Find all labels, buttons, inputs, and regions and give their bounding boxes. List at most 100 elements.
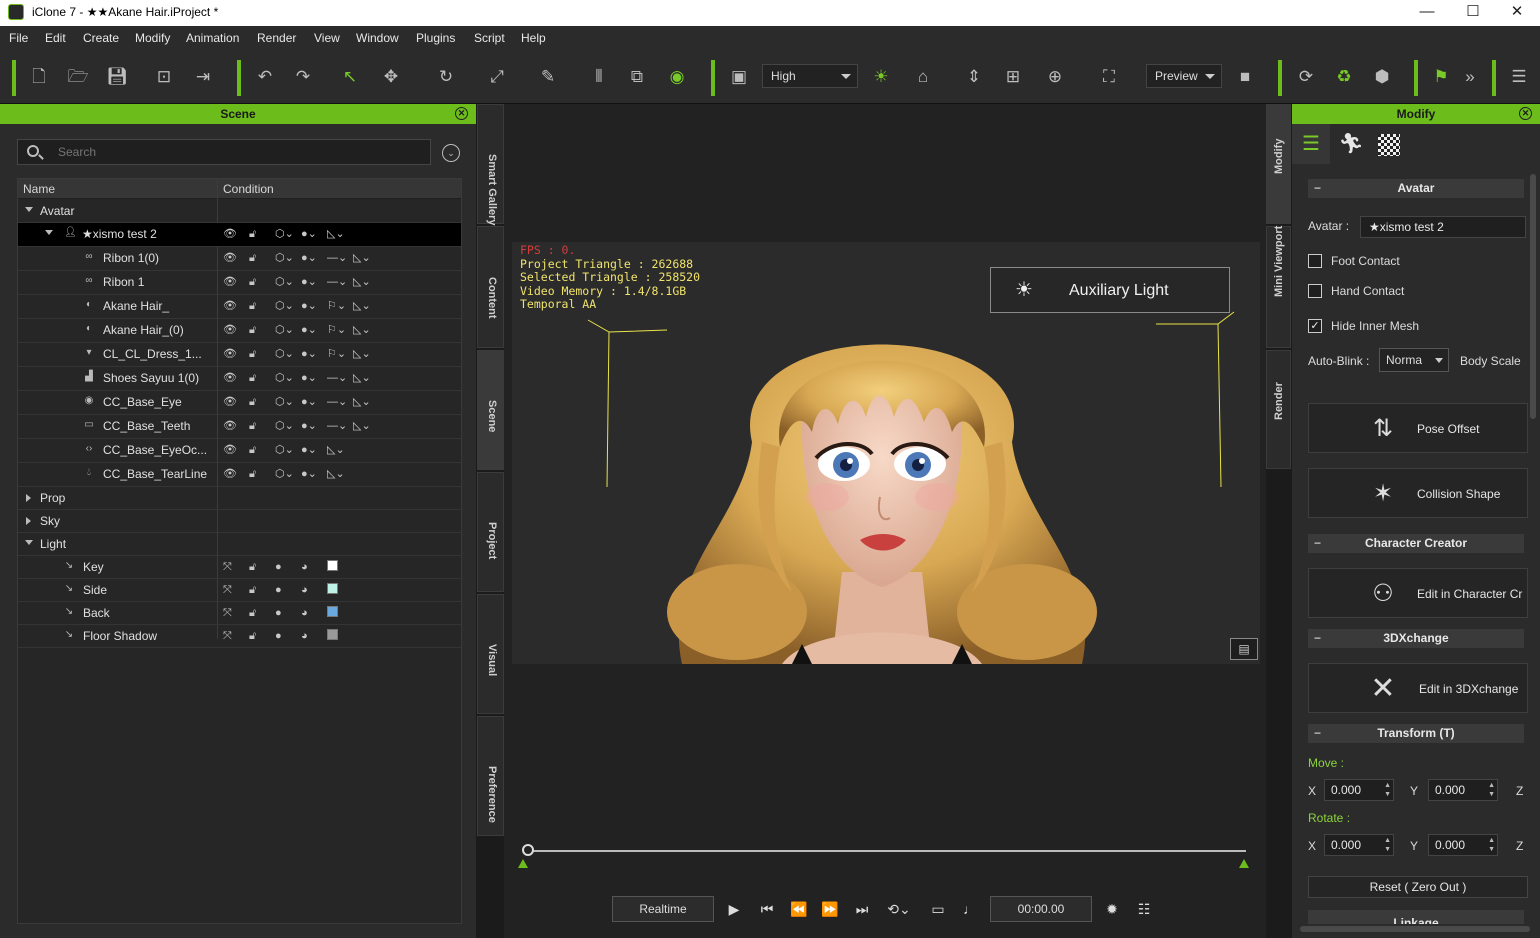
tree-row-item[interactable]: ▾ CL_CL_Dress_1... 👁︎ 🔓︎ ⬡⌄ ●⌄ ⚐⌄ ◺⌄ [18, 343, 461, 367]
tree-row-light[interactable]: ↘ Key ⤧ 🔓︎ ● ◕ [18, 556, 461, 579]
tree-group-prop[interactable]: Prop [18, 487, 461, 510]
next-frame-icon[interactable]: ⏩ [820, 896, 840, 922]
more-tools-icon[interactable]: » [1459, 66, 1481, 88]
quality-dropdown[interactable]: High [762, 64, 858, 88]
physics-icon[interactable]: ♻ [1333, 66, 1355, 88]
pick-tool-icon[interactable]: ✎ [537, 66, 559, 88]
timeline-scrubber[interactable] [522, 844, 534, 856]
end-marker-icon[interactable] [1239, 859, 1249, 868]
hide-inner-mesh-checkbox[interactable]: ✓ [1308, 319, 1322, 333]
light-color-swatch[interactable] [327, 583, 338, 594]
section-character-creator[interactable]: − Character Creator [1308, 534, 1524, 553]
horizontal-scrollbar[interactable] [1300, 926, 1530, 932]
light-color-swatch[interactable] [327, 629, 338, 640]
realtime-button[interactable]: Realtime [612, 896, 714, 922]
body-scale-button[interactable]: Body Scale [1460, 354, 1521, 368]
column-name[interactable]: Name [23, 182, 55, 196]
collapse-arrow-icon[interactable] [45, 230, 53, 235]
auto-blink-dropdown[interactable]: Norma [1379, 348, 1449, 372]
tree-row-item[interactable]: 💧︎ CC_Base_TearLine 👁︎ 🔓︎ ⬡⌄ ●⌄ ◺⌄ [18, 463, 461, 487]
layout-icon[interactable]: ▣ [728, 66, 750, 88]
menu-window[interactable]: Window [356, 31, 399, 45]
fit-vertical-icon[interactable]: ⇕ [963, 66, 985, 88]
spin-arrows-icon[interactable]: ▲ ▼ [1384, 836, 1391, 854]
tab-mini-viewport[interactable]: Mini Viewport [1266, 226, 1291, 348]
condition-icons[interactable]: 👁︎ 🔓︎ ⬡⌄ ●⌄ ◺⌄ [223, 227, 353, 241]
collapse-minus-icon[interactable]: − [1314, 179, 1321, 198]
move-x-field[interactable]: 0.000 ▲ ▼ [1324, 779, 1394, 801]
play-icon[interactable]: ▶ [724, 896, 744, 922]
collapse-arrow-icon[interactable] [25, 540, 33, 545]
menu-create[interactable]: Create [83, 31, 119, 45]
distribute-icon[interactable]: ⧉ [626, 66, 648, 88]
light-color-swatch[interactable] [327, 606, 338, 617]
column-condition[interactable]: Condition [223, 182, 274, 196]
menu-edit[interactable]: Edit [45, 31, 66, 45]
avatar-name-field[interactable]: ★xismo test 2 [1360, 216, 1526, 238]
condition-icons[interactable]: 👁︎ 🔓︎ ⬡⌄ ●⌄ —⌄ ◺⌄ [223, 275, 379, 289]
rotate-y-field[interactable]: 0.000 ▲ ▼ [1428, 834, 1498, 856]
edit-in-character-creator-button[interactable]: ⚇ Edit in Character Cr [1308, 568, 1528, 618]
menu-render[interactable]: Render [257, 31, 296, 45]
settings-gear-icon[interactable]: ✹ [1102, 896, 1122, 922]
3d-viewport[interactable]: FPS : 0. Project Triangle : 262688 Selec… [512, 242, 1260, 664]
condition-icons[interactable]: ⤧ 🔓︎ ● ◕ [223, 629, 338, 643]
tab-preference[interactable]: Preference [477, 716, 504, 836]
vertical-scrollbar[interactable] [1530, 174, 1536, 419]
select-arrow-icon[interactable]: ↖ [339, 66, 361, 88]
tab-scene[interactable]: Scene [477, 350, 504, 470]
to-start-icon[interactable]: ⏮ [757, 896, 777, 922]
expand-arrow-icon[interactable] [26, 517, 31, 525]
hand-contact-checkbox[interactable] [1308, 284, 1322, 298]
search-input[interactable] [58, 143, 418, 161]
condition-icons[interactable]: 👁︎ 🔓︎ ⬡⌄ ●⌄ ⚐⌄ ◺⌄ [223, 347, 379, 361]
auxiliary-light-button[interactable]: ☀ Auxiliary Light [990, 267, 1230, 313]
condition-icons[interactable]: 👁︎ 🔓︎ ⬡⌄ ●⌄ —⌄ ◺⌄ [223, 395, 379, 409]
visibility-eye-icon[interactable]: ◉ [666, 66, 688, 88]
tree-row-item[interactable]: ▟ Shoes Sayuu 1(0) 👁︎ 🔓︎ ⬡⌄ ●⌄ —⌄ ◺⌄ [18, 367, 461, 391]
comment-icon[interactable]: ▤ [1230, 638, 1258, 660]
condition-icons[interactable]: 👁︎ 🔓︎ ⬡⌄ ●⌄ ⚐⌄ ◺⌄ [223, 299, 379, 313]
subtitle-icon[interactable]: ▭ [928, 896, 948, 922]
menu-script[interactable]: Script [474, 31, 505, 45]
motion-icon[interactable]: ⚑ [1430, 66, 1452, 88]
tree-row-item[interactable]: ◉ CC_Base_Eye 👁︎ 🔓︎ ⬡⌄ ●⌄ —⌄ ◺⌄ [18, 391, 461, 415]
timeline-track[interactable] [524, 850, 1246, 852]
menu-modify[interactable]: Modify [135, 31, 170, 45]
tree-row-item[interactable]: ∞ Ribon 1(0) 👁︎ 🔓︎ ⬡⌄ ●⌄ —⌄ ◺⌄ [18, 247, 461, 271]
spin-arrows-icon[interactable]: ▲ ▼ [1488, 781, 1495, 799]
new-file-icon[interactable]: 🗋 [28, 66, 50, 88]
foot-contact-checkbox[interactable] [1308, 254, 1322, 268]
menu-animation[interactable]: Animation [186, 31, 239, 45]
home-camera-icon[interactable]: ⌂ [912, 66, 934, 88]
condition-icons[interactable]: 👁︎ 🔓︎ ⬡⌄ ●⌄ —⌄ ◺⌄ [223, 371, 379, 385]
menu-view[interactable]: View [314, 31, 340, 45]
redo-icon[interactable]: ↷ [292, 66, 314, 88]
motion-figure-icon[interactable]: 🏃︎ [1332, 124, 1370, 164]
loop-icon[interactable]: ⟲⌄ [884, 896, 914, 922]
collapse-arrow-icon[interactable] [25, 207, 33, 212]
minimize-button[interactable]: — [1404, 0, 1450, 26]
save-icon[interactable]: 💾︎ [106, 66, 128, 88]
import-icon[interactable]: ⊡ [153, 66, 175, 88]
tree-row-item[interactable]: ◐ Akane Hair_(0) 👁︎ 🔓︎ ⬡⌄ ●⌄ ⚐⌄ ◺⌄ [18, 319, 461, 343]
close-icon[interactable]: ✕ [1519, 107, 1532, 120]
tree-row-avatar-root[interactable]: 👤︎ ★xismo test 2 👁︎ 🔓︎ ⬡⌄ ●⌄ ◺⌄ [18, 223, 461, 247]
audio-note-icon[interactable]: ♩ [960, 896, 980, 922]
condition-icons[interactable]: ⤧ 🔓︎ ● ◕ [223, 606, 338, 620]
spin-arrows-icon[interactable]: ▲ ▼ [1488, 836, 1495, 854]
cloth-icon[interactable]: ⬢ [1371, 66, 1393, 88]
expand-arrow-icon[interactable] [26, 494, 31, 502]
condition-icons[interactable]: 👁︎ 🔓︎ ⬡⌄ ●⌄ —⌄ ◺⌄ [223, 251, 379, 265]
tree-row-item[interactable]: ◐ Akane Hair_ 👁︎ 🔓︎ ⬡⌄ ●⌄ ⚐⌄ ◺⌄ [18, 295, 461, 319]
condition-icons[interactable]: ⤧ 🔓︎ ● ◕ [223, 583, 338, 597]
rotate-icon[interactable]: ↻ [435, 66, 457, 88]
condition-icons[interactable]: 👁︎ 🔓︎ ⬡⌄ ●⌄ ◺⌄ [223, 443, 353, 457]
tab-content[interactable]: Content [477, 226, 504, 348]
section-3dxchange[interactable]: − 3DXchange [1308, 629, 1524, 648]
export-icon[interactable]: ⇥ [192, 66, 214, 88]
condition-icons[interactable]: 👁︎ 🔓︎ ⬡⌄ ●⌄ —⌄ ◺⌄ [223, 419, 379, 433]
menu-file[interactable]: File [9, 31, 28, 45]
collision-shape-button[interactable]: ✶ Collision Shape [1308, 468, 1528, 518]
close-button[interactable]: ✕ [1494, 0, 1540, 26]
